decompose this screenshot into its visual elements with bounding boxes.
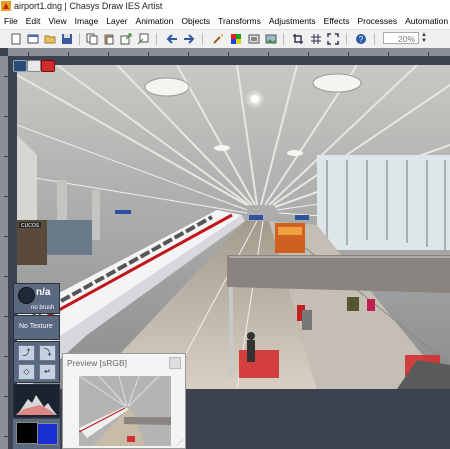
canvas-tab-bar bbox=[13, 60, 57, 72]
resize-grip-icon[interactable]: ⋰ bbox=[177, 439, 183, 446]
airport-photo: CUCOS bbox=[17, 65, 450, 389]
texture-label: No Texture bbox=[19, 323, 53, 330]
menu-transforms[interactable]: Transforms bbox=[214, 13, 265, 29]
zoom-field[interactable]: 20% bbox=[383, 32, 419, 44]
image-icon[interactable] bbox=[265, 33, 277, 45]
vertical-ruler bbox=[0, 56, 8, 449]
menu-objects[interactable]: Objects bbox=[177, 13, 214, 29]
histogram-graph bbox=[16, 395, 57, 415]
menu-layer[interactable]: Layer bbox=[102, 13, 131, 29]
toolbar-separator bbox=[79, 33, 80, 45]
menu-bar: File Edit View Image Layer Animation Objects Tr… bbox=[0, 13, 450, 29]
undo-icon[interactable] bbox=[166, 33, 178, 45]
toolbar-separator bbox=[156, 33, 157, 45]
horizontal-ruler bbox=[8, 48, 450, 56]
background-color-swatch[interactable] bbox=[37, 423, 58, 445]
app-logo-icon bbox=[1, 1, 11, 11]
close-canvas-icon[interactable] bbox=[41, 60, 55, 72]
help-icon[interactable]: ? bbox=[355, 33, 367, 45]
open-icon[interactable] bbox=[27, 33, 39, 45]
brush-name: no brush bbox=[31, 305, 55, 311]
menu-edit[interactable]: Edit bbox=[22, 13, 45, 29]
copy-icon[interactable] bbox=[86, 33, 98, 45]
title-bar: airport1.dng | Chasys Draw IES Artist bbox=[0, 0, 450, 13]
menu-image[interactable]: Image bbox=[71, 13, 103, 29]
menu-adjustments[interactable]: Adjustments bbox=[265, 13, 320, 29]
import-icon[interactable] bbox=[137, 33, 149, 45]
redo-icon[interactable] bbox=[183, 33, 195, 45]
canvas-image[interactable]: CUCOS bbox=[17, 65, 450, 389]
tool-options-grid: ⤴ ⤵ ◇ ↵ bbox=[13, 341, 60, 383]
foreground-color-swatch[interactable] bbox=[16, 422, 38, 444]
texture-panel[interactable]: No Texture bbox=[13, 315, 60, 340]
menu-file[interactable]: File bbox=[0, 13, 22, 29]
preview-window: Preview [sRGB] ⋰ bbox=[62, 353, 186, 449]
paste-icon[interactable] bbox=[103, 33, 115, 45]
toolbar: ? 20% ▲ ▼ bbox=[0, 29, 450, 49]
view-mode-icon[interactable] bbox=[13, 60, 27, 72]
histogram-panel bbox=[13, 384, 60, 418]
layers-icon[interactable] bbox=[248, 33, 260, 45]
fullscreen-icon[interactable] bbox=[327, 33, 339, 45]
crop-icon[interactable] bbox=[292, 33, 304, 45]
grid-icon[interactable] bbox=[310, 33, 322, 45]
menu-automation[interactable]: Automation bbox=[401, 13, 450, 29]
tool-option-3-icon[interactable]: ◇ bbox=[18, 364, 35, 380]
canvas-view-icon[interactable] bbox=[27, 60, 41, 72]
export-icon[interactable] bbox=[120, 33, 132, 45]
color-swatches bbox=[13, 419, 60, 449]
menu-animation[interactable]: Animation bbox=[132, 13, 178, 29]
preview-title: Preview [sRGB] bbox=[67, 358, 127, 368]
menu-effects[interactable]: Effects bbox=[320, 13, 354, 29]
brush-size: n/a bbox=[36, 287, 51, 298]
svg-text:?: ? bbox=[359, 35, 364, 44]
tool-option-2-icon[interactable]: ⤵ bbox=[39, 345, 56, 361]
new-icon[interactable] bbox=[10, 33, 22, 45]
toolbar-separator bbox=[346, 33, 347, 45]
preview-photo bbox=[79, 376, 171, 446]
folder-icon[interactable] bbox=[44, 33, 56, 45]
menu-view[interactable]: View bbox=[44, 13, 70, 29]
magic-wand-icon[interactable] bbox=[212, 33, 224, 45]
toolbar-separator bbox=[374, 33, 375, 45]
brush-shape-icon bbox=[18, 287, 35, 304]
toolbar-separator bbox=[283, 33, 284, 45]
menu-processes[interactable]: Processes bbox=[353, 13, 401, 29]
preview-close-button[interactable] bbox=[169, 357, 181, 369]
save-icon[interactable] bbox=[61, 33, 73, 45]
toolbar-separator bbox=[202, 33, 203, 45]
svg-text:CUCOS: CUCOS bbox=[21, 223, 40, 229]
brush-panel[interactable]: n/a no brush bbox=[13, 283, 60, 314]
palette-icon[interactable] bbox=[230, 33, 242, 45]
window-title: airport1.dng | Chasys Draw IES Artist bbox=[14, 1, 163, 11]
tool-option-4-icon[interactable]: ↵ bbox=[39, 364, 56, 380]
tool-option-1-icon[interactable]: ⤴ bbox=[18, 345, 35, 361]
zoom-spinner[interactable]: ▲ ▼ bbox=[420, 32, 428, 44]
preview-thumbnail[interactable] bbox=[79, 376, 171, 446]
